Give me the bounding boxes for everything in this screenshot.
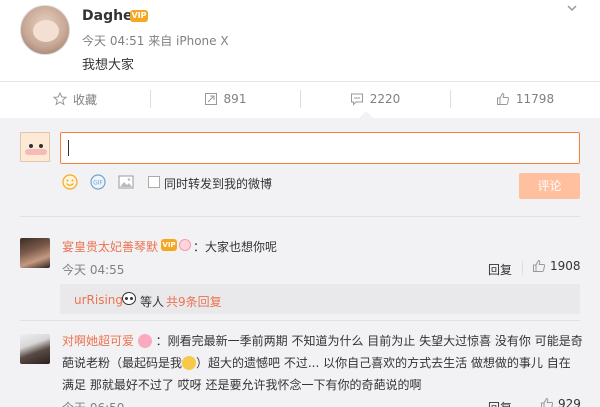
my-avatar[interactable] [20, 132, 50, 162]
star-icon [52, 92, 67, 106]
favorite-button[interactable]: 收藏 [0, 82, 150, 116]
thumbs-up-icon [541, 397, 554, 407]
pig-badge-icon [179, 239, 191, 251]
divider [20, 320, 580, 321]
comment-like-count: 929 [558, 397, 581, 407]
vip-badge-icon: VIP [130, 10, 148, 22]
thumbs-up-icon [496, 92, 509, 105]
author-name[interactable]: Daghe [82, 8, 133, 24]
comment-third-line: 满足 那就最好不过了 哎呀 还是要允许我怀念一下有你的奇葩说的啊 [62, 378, 422, 392]
like-count: 11798 [515, 92, 555, 106]
comment-time: 今天 04:55 [62, 263, 125, 277]
repost-icon [204, 93, 217, 105]
comment-like-count: 1908 [550, 259, 581, 273]
comment-time: 今天 06:50 [62, 399, 124, 407]
commenter-name[interactable]: 宴皇贵太妃善琴默 [62, 238, 158, 255]
thumbs-up-icon [533, 259, 546, 272]
repost-checkbox-label: 同时转发到我的微博 [164, 177, 273, 191]
comment-input[interactable] [60, 132, 580, 164]
submit-comment-button[interactable]: 评论 [519, 173, 580, 199]
vip-badge-icon: VIP [161, 239, 177, 251]
repost-button[interactable]: 891 [150, 82, 300, 116]
comment-first-line: 对啊她超可爱 ：刚看完最新一季前两期 不知道为什么 目前为止 失望大过惊喜 没有… [62, 332, 583, 349]
gif-icon[interactable]: GIF [90, 174, 106, 190]
favorite-label: 收藏 [72, 92, 97, 107]
emoji-icon[interactable] [62, 174, 78, 190]
comment-text: ：大家也想你呢 [193, 240, 278, 254]
comment-count: 2220 [369, 92, 401, 106]
repost-checkbox[interactable] [148, 176, 160, 188]
comment-icon [350, 93, 363, 106]
separator [522, 261, 523, 275]
svg-text:GIF: GIF [93, 180, 103, 187]
post-text: 我想大家 [82, 58, 135, 73]
comment-text: ：刚看完最新一季前两期 不知道为什么 目前为止 失望大过惊喜 没有你 可能是奇 [155, 334, 583, 348]
reply-button[interactable]: 回复 [488, 261, 512, 278]
text-cursor [68, 140, 69, 156]
divider [20, 216, 580, 217]
heart-badge-icon [137, 334, 152, 348]
commenter-avatar[interactable] [20, 238, 50, 268]
panda-icon [122, 292, 136, 305]
image-icon[interactable] [118, 174, 134, 190]
commenter-avatar[interactable] [20, 334, 50, 364]
sub-reply-count[interactable]: 共9条回复 [166, 293, 222, 310]
author-avatar[interactable] [20, 5, 70, 55]
like-button[interactable]: 11798 [450, 82, 600, 116]
comment-like-button[interactable]: 929 [540, 397, 581, 407]
comment-like-button[interactable]: 1908 [532, 259, 581, 273]
sub-reply-text: 等人 [140, 295, 165, 309]
chevron-down-icon[interactable] [566, 2, 578, 14]
sub-replies-box[interactable] [60, 284, 580, 314]
post-meta: 今天 04:51 来自 iPhone X [82, 34, 229, 48]
commenter-name[interactable]: 对啊她超可爱 [62, 334, 134, 348]
comment-second-line: 葩说老粉（最起码是我 ）超大的遗憾吧 不过... 以你自己喜欢的方式去生活 做想做… [62, 356, 571, 370]
laugh-emoji-icon [182, 356, 197, 370]
reply-button[interactable]: 回复 [488, 399, 512, 407]
comment-button[interactable]: 2220 [300, 82, 450, 116]
repost-count: 891 [223, 92, 247, 106]
sub-reply-author[interactable]: urRising [74, 293, 123, 307]
